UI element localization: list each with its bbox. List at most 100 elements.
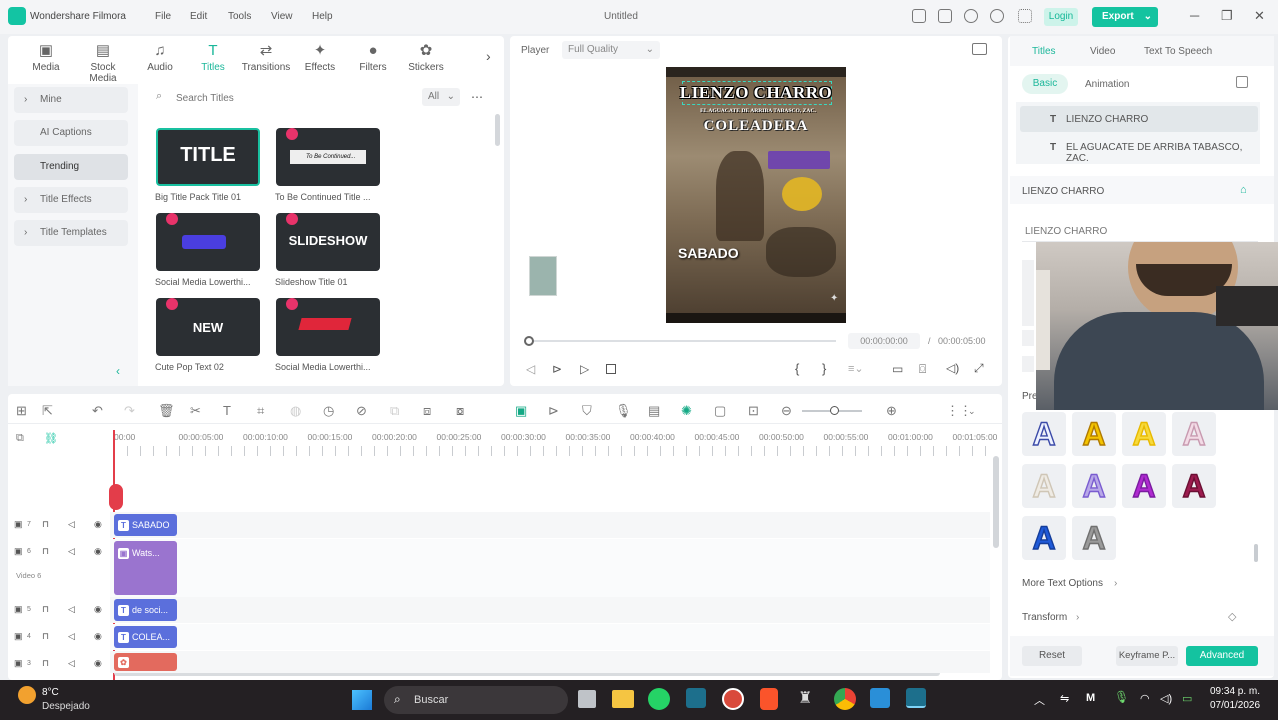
more-text-options[interactable]: More Text Options	[1022, 578, 1103, 589]
collapse-icon[interactable]: ‹	[116, 364, 120, 378]
tool-audio[interactable]: ♫ Audio	[133, 40, 187, 74]
render-icon[interactable]: ≡⌄	[848, 362, 864, 375]
advanced-button[interactable]: Advanced	[1186, 646, 1258, 666]
save-icon[interactable]	[938, 9, 952, 23]
lock-icon[interactable]: ⊓	[42, 631, 49, 642]
support-icon[interactable]	[990, 9, 1004, 23]
tab-video[interactable]: Video	[1090, 46, 1115, 57]
tool-stock-media[interactable]: ▤ Stock Media	[76, 40, 130, 85]
sidebar-item-title-templates[interactable]: › Title Templates	[14, 220, 128, 246]
eye-icon[interactable]: ◉	[94, 658, 102, 669]
keyframe-panel-button[interactable]: Keyframe P...	[1116, 646, 1178, 666]
mic-icon[interactable]: 🎙	[615, 403, 632, 419]
voiceover-icon[interactable]: ▤	[648, 403, 660, 419]
text-content-field[interactable]: LIENZO CHARRO	[1022, 220, 1258, 242]
chevron-up-icon[interactable]: ︿	[1034, 692, 1045, 708]
lock-icon[interactable]: ⊓	[42, 604, 49, 615]
redo-icon[interactable]: ↷	[124, 403, 135, 419]
delete-icon[interactable]: 🗑	[158, 403, 175, 419]
scrollbar[interactable]	[495, 114, 500, 146]
format-control[interactable]	[1022, 330, 1034, 346]
text-style-preset[interactable]: A	[1122, 412, 1166, 456]
battery-icon[interactable]: ▭	[1182, 692, 1192, 705]
wifi-icon[interactable]: ◠	[1140, 692, 1150, 705]
speed-icon[interactable]: ◷	[323, 403, 334, 419]
volume-icon[interactable]: ◁)	[1160, 692, 1172, 705]
text-style-preset[interactable]: A	[1022, 516, 1066, 560]
weather-icon[interactable]	[18, 686, 36, 704]
pip-icon[interactable]: ▢	[714, 403, 726, 419]
search-input[interactable]	[176, 90, 426, 106]
lock-icon[interactable]: ⊓	[42, 658, 49, 669]
snapshot-icon[interactable]	[972, 43, 987, 55]
save-preset-icon[interactable]	[1236, 76, 1248, 88]
reset-button[interactable]: Reset	[1022, 646, 1082, 666]
audio-detach-icon[interactable]: ⧉	[390, 403, 399, 419]
chevron-right-icon[interactable]: ›	[486, 48, 491, 64]
quality-dropdown[interactable]: Full Quality ⌄	[562, 41, 660, 59]
clock-date[interactable]: 07/01/2026	[1210, 700, 1260, 711]
timeline-clip[interactable]: T SABADO	[114, 514, 177, 536]
menu-view[interactable]: View	[271, 11, 293, 22]
weather-condition[interactable]: Despejado	[42, 701, 90, 712]
text-style-preset[interactable]: A	[1072, 412, 1116, 456]
track-type-icon[interactable]: ▣	[14, 519, 23, 530]
text-tool-icon[interactable]: T	[223, 403, 231, 418]
eye-icon[interactable]: ◉	[94, 604, 102, 615]
login-button[interactable]: Login	[1044, 8, 1078, 26]
menu-file[interactable]: File	[155, 11, 171, 22]
playhead-knob[interactable]	[524, 336, 534, 346]
sidebar-item-trending[interactable]: Trending	[14, 154, 128, 180]
mute-icon[interactable]: ◁	[68, 546, 75, 557]
mute-icon[interactable]: ◁	[68, 631, 75, 642]
task-view-icon[interactable]	[578, 690, 596, 708]
text-style-preset[interactable]: A	[1022, 412, 1066, 456]
text-style-preset[interactable]: A	[1022, 464, 1066, 508]
brave-icon[interactable]	[760, 688, 778, 710]
text-style-preset[interactable]: A	[1172, 412, 1216, 456]
tool-filters[interactable]: ● Filters	[346, 40, 400, 74]
crop-icon[interactable]: ⌗	[257, 403, 264, 419]
tab-titles[interactable]: Titles	[1032, 46, 1056, 57]
mark-out-icon[interactable]: }	[822, 361, 826, 376]
render-preview-icon[interactable]: ⊳	[548, 403, 559, 419]
subtab-animation[interactable]: Animation	[1085, 79, 1129, 90]
ai-tool-icon[interactable]: ⧈	[423, 403, 431, 419]
mask-icon[interactable]: ⊘	[356, 403, 367, 419]
export-button[interactable]: Export ⌄	[1092, 7, 1158, 27]
minimize-icon[interactable]: ─	[1190, 8, 1199, 23]
tool-transitions[interactable]: ⇄ Transitions	[239, 40, 293, 74]
play-icon[interactable]: ▷	[580, 362, 589, 376]
chrome-icon[interactable]	[834, 688, 856, 710]
playhead-marker[interactable]	[109, 484, 123, 510]
eye-icon[interactable]: ◉	[94, 519, 102, 530]
clock-time[interactable]: 09:34 p. m.	[1210, 686, 1260, 697]
app-icon[interactable]	[722, 688, 744, 710]
file-explorer-icon[interactable]	[612, 690, 634, 708]
taskbar-search[interactable]: ⌕ Buscar	[384, 686, 568, 714]
track-type-icon[interactable]: ▣	[14, 658, 23, 669]
chevron-down-icon[interactable]: ⌄	[968, 406, 976, 417]
tray-app-icon[interactable]: M	[1086, 692, 1095, 704]
presets-scrollbar[interactable]	[1254, 544, 1258, 562]
stop-icon[interactable]	[606, 364, 616, 374]
display-icon[interactable]: ▭	[892, 362, 903, 376]
fullscreen-icon[interactable]: ⤢	[974, 361, 984, 376]
mute-icon[interactable]: ◁	[68, 519, 75, 530]
zoom-out-icon[interactable]: ⊖	[781, 403, 792, 419]
timeline-clip[interactable]: Tde soci...	[114, 599, 177, 621]
eye-icon[interactable]: ◉	[94, 631, 102, 642]
restore-icon[interactable]: ❐	[1221, 8, 1233, 24]
expand-icon[interactable]: ›	[1076, 612, 1079, 623]
keyframe-diamond-icon[interactable]: ◇	[1228, 610, 1236, 623]
add-track-icon[interactable]: ⧉	[16, 432, 24, 445]
windows-start-icon[interactable]	[352, 690, 372, 710]
sidebar-item-title-effects[interactable]: › Title Effects	[14, 187, 128, 213]
layer-item[interactable]: T LIENZO CHARRO	[1020, 106, 1258, 132]
prev-frame-icon[interactable]: ◁	[526, 362, 535, 376]
select-tool-icon[interactable]: ⇱	[42, 403, 53, 419]
link-icon[interactable]: ⛓	[44, 432, 58, 445]
camera-icon[interactable]: ⌼	[919, 362, 926, 377]
whatsapp-icon[interactable]	[648, 688, 670, 710]
text-style-preset[interactable]: A	[1122, 464, 1166, 508]
